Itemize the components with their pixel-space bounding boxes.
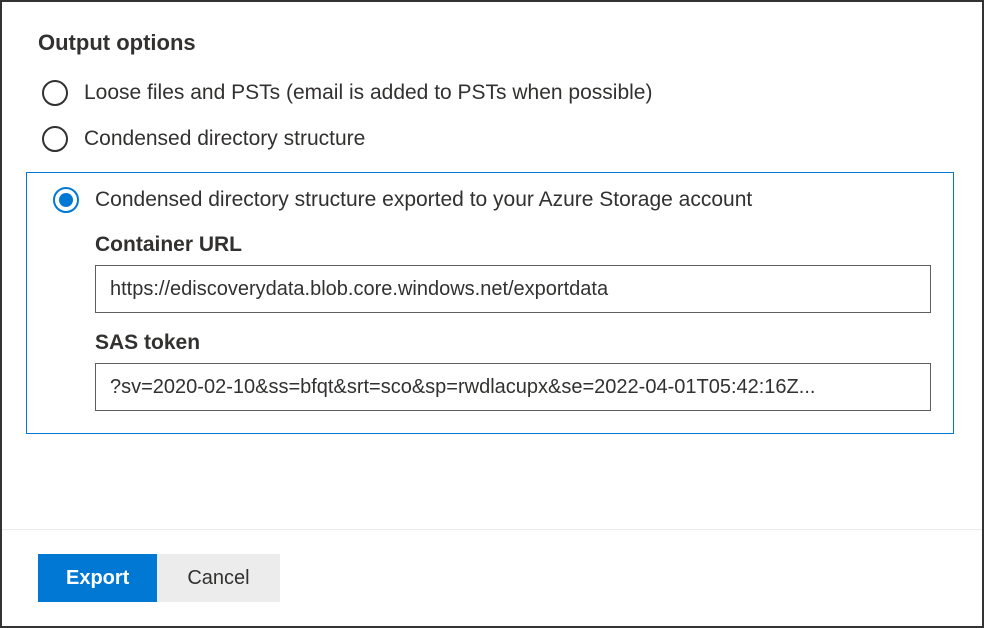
radio-dot-icon bbox=[59, 193, 73, 207]
container-url-label: Container URL bbox=[95, 233, 931, 257]
radio-unchecked-icon bbox=[42, 80, 68, 106]
footer-actions: Export Cancel bbox=[2, 529, 982, 626]
radio-label: Condensed directory structure exported t… bbox=[95, 188, 752, 212]
radio-option-condensed[interactable]: Condensed directory structure bbox=[38, 126, 946, 152]
container-url-input[interactable] bbox=[95, 265, 931, 313]
sas-token-label: SAS token bbox=[95, 331, 931, 355]
radio-label: Loose files and PSTs (email is added to … bbox=[84, 81, 652, 105]
sas-token-group: SAS token bbox=[95, 331, 931, 411]
sas-token-input[interactable] bbox=[95, 363, 931, 411]
radio-option-azure[interactable]: Condensed directory structure exported t… bbox=[41, 187, 939, 213]
container-url-group: Container URL bbox=[95, 233, 931, 313]
selected-option-container: Condensed directory structure exported t… bbox=[26, 172, 954, 434]
radio-option-loose-files[interactable]: Loose files and PSTs (email is added to … bbox=[38, 80, 946, 106]
radio-label: Condensed directory structure bbox=[84, 127, 365, 151]
export-button[interactable]: Export bbox=[38, 554, 157, 602]
cancel-button[interactable]: Cancel bbox=[157, 554, 279, 602]
radio-unchecked-icon bbox=[42, 126, 68, 152]
section-title: Output options bbox=[38, 30, 946, 56]
radio-checked-icon bbox=[53, 187, 79, 213]
